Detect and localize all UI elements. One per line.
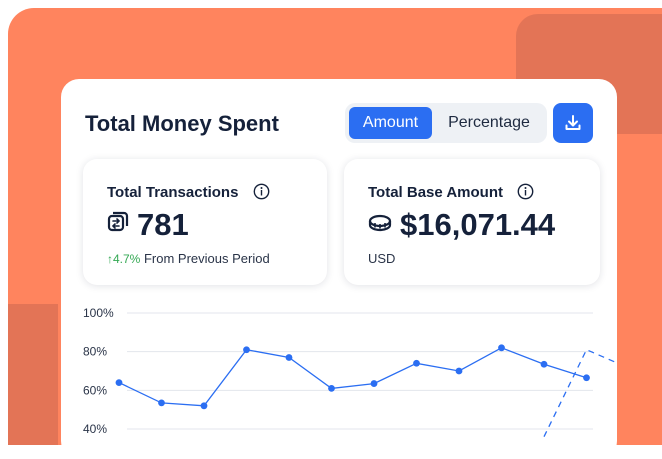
data-point bbox=[540, 360, 548, 368]
dashed-series-line bbox=[543, 348, 617, 437]
data-point bbox=[200, 402, 208, 410]
data-point bbox=[158, 399, 165, 407]
y-tick-label: 40% bbox=[83, 422, 107, 436]
line-chart: 100% 80% 60% 40% bbox=[83, 306, 617, 437]
y-tick-label: 60% bbox=[83, 383, 107, 397]
data-point bbox=[370, 380, 378, 387]
data-point bbox=[285, 354, 293, 361]
money-spent-card: Total Money Spent Amount Percentage Tota… bbox=[61, 79, 617, 459]
series-line bbox=[118, 347, 587, 407]
data-point bbox=[115, 379, 123, 386]
data-point bbox=[328, 385, 335, 392]
data-point bbox=[243, 346, 250, 354]
data-point bbox=[498, 344, 505, 352]
data-point bbox=[413, 359, 420, 367]
data-point bbox=[455, 367, 463, 375]
y-tick-label: 80% bbox=[83, 345, 107, 359]
background-shape bbox=[8, 304, 58, 445]
data-point bbox=[583, 374, 590, 382]
y-tick-label: 100% bbox=[83, 306, 114, 320]
